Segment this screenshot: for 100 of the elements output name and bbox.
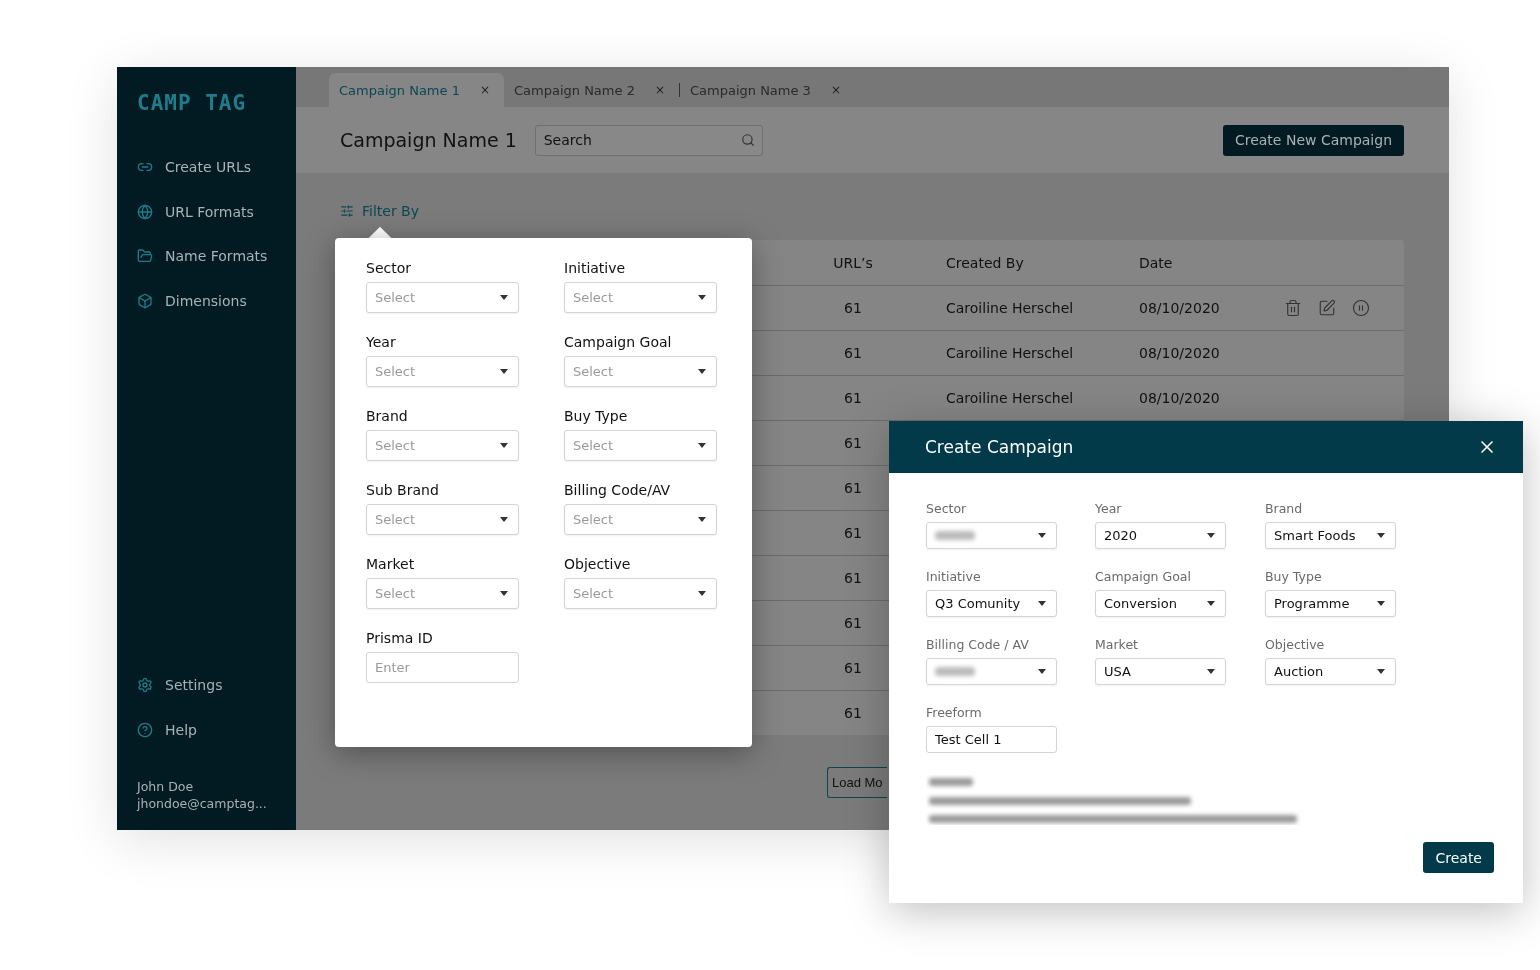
close-icon[interactable]: ×	[830, 83, 841, 97]
dropdown[interactable]: Select	[564, 430, 717, 461]
table-cell: 08/10/2020	[1139, 300, 1220, 316]
dropdown[interactable]: Select	[366, 578, 519, 609]
nav-icon	[137, 248, 153, 265]
dropdown[interactable]: Q3 Comunity	[926, 590, 1057, 617]
field-label: Prisma ID	[366, 630, 433, 646]
dropdown[interactable]: 2020	[1095, 522, 1226, 549]
dropdown[interactable]: Select	[564, 578, 717, 609]
field-label: Objective	[1265, 637, 1325, 652]
dropdown[interactable]: USA	[1095, 658, 1226, 685]
dropdown[interactable]: Select	[564, 356, 717, 387]
text-field[interactable]: Enter	[366, 652, 519, 683]
text-field[interactable]: Test Cell 1	[926, 726, 1057, 753]
dropdown-arrow-icon	[698, 517, 706, 522]
dropdown-arrow-icon	[698, 443, 706, 448]
field-label: Market	[1095, 637, 1138, 652]
search-icon	[740, 132, 755, 147]
field-label: Objective	[564, 556, 631, 572]
column-header: Created By	[946, 254, 1024, 271]
help-icon	[137, 721, 153, 738]
nav-item[interactable]: Name Formats	[137, 234, 268, 279]
dropdown-arrow-icon	[1038, 669, 1046, 674]
tab[interactable]: Campaign Name 1 ×	[329, 73, 504, 107]
dropdown-arrow-icon	[698, 369, 706, 374]
table-cell: 08/10/2020	[1139, 390, 1220, 406]
column-header: Date	[1139, 254, 1173, 271]
table-cell: 08/10/2020	[1139, 345, 1220, 361]
dropdown-arrow-icon	[500, 369, 508, 374]
nav-item[interactable]: Dimensions	[137, 278, 247, 323]
field-label: Sector	[366, 260, 411, 276]
field-label: Year	[1095, 501, 1122, 516]
tab[interactable]: Campaign Name 2 ×	[504, 73, 679, 107]
table-cell: 61	[844, 390, 862, 406]
dropdown-arrow-icon	[698, 591, 706, 596]
logo: CAMP TAG	[137, 90, 247, 116]
dropdown-arrow-icon	[1038, 533, 1046, 538]
field-label: Market	[366, 556, 415, 572]
dropdown-arrow-icon	[1377, 601, 1385, 606]
table-cell: 61	[844, 300, 862, 316]
edit-icon[interactable]	[1318, 299, 1336, 317]
table-cell: 61	[844, 435, 862, 451]
nav-item[interactable]: URL Formats	[137, 189, 254, 234]
field-label: Buy Type	[564, 408, 628, 424]
nav-item[interactable]: Help	[137, 707, 197, 752]
settings-icon	[137, 677, 153, 694]
dropdown-arrow-icon	[500, 591, 508, 596]
nav-icon	[137, 292, 153, 309]
dropdown-arrow-icon	[1207, 533, 1215, 538]
nav-item[interactable]: Create URLs	[137, 145, 252, 190]
create-button[interactable]: Create	[1423, 842, 1494, 873]
field-label: Brand	[1265, 501, 1303, 516]
table-cell: Caroiline Herschel	[946, 300, 1074, 316]
filter-button[interactable]: Filter By	[340, 201, 419, 221]
field-label: Sector	[926, 501, 967, 516]
search-field[interactable]: Search	[534, 124, 763, 156]
field-label: Sub Brand	[366, 482, 439, 498]
table-cell: 61	[844, 345, 862, 361]
dropdown[interactable]: Conversion	[1095, 590, 1226, 617]
close-icon[interactable]: ×	[654, 83, 665, 97]
pause-icon[interactable]	[1352, 299, 1370, 317]
table-cell: 61	[844, 615, 862, 631]
tab[interactable]: Campaign Name 3 ×	[679, 73, 855, 107]
table-cell: 61	[844, 660, 862, 676]
dropdown[interactable]: Select	[366, 504, 519, 535]
field-label: Buy Type	[1265, 569, 1322, 584]
create-campaign-button[interactable]: Create New Campaign	[1222, 124, 1404, 156]
dropdown-arrow-icon	[500, 443, 508, 448]
page-title: Campaign Name 1	[340, 129, 517, 151]
dropdown[interactable]: Select	[366, 430, 519, 461]
field-label: Freeform	[926, 705, 982, 720]
dropdown-arrow-icon	[1207, 669, 1215, 674]
dropdown-arrow-icon	[1377, 669, 1385, 674]
table-cell: 61	[844, 525, 862, 541]
field-label: Billing Code/AV	[564, 482, 671, 498]
nav-item[interactable]: Settings	[137, 663, 223, 708]
close-icon[interactable]: ×	[479, 83, 490, 97]
table-cell: 61	[844, 705, 862, 721]
field-label: Brand	[366, 408, 408, 424]
table-cell: Caroiline Herschel	[946, 345, 1074, 361]
dropdown[interactable]: Select	[366, 356, 519, 387]
dropdown-arrow-icon	[698, 295, 706, 300]
dropdown[interactable]: Select	[564, 504, 717, 535]
dropdown-arrow-icon	[500, 517, 508, 522]
field-label: Initiative	[564, 260, 626, 276]
nav-icon	[137, 203, 153, 220]
column-header: URL’s	[833, 254, 873, 271]
dropdown[interactable]: Programme	[1265, 590, 1396, 617]
dropdown[interactable]: Smart Foods	[1265, 522, 1396, 549]
dropdown[interactable]: Select	[564, 282, 717, 313]
dropdown-arrow-icon	[1038, 601, 1046, 606]
table-cell: 61	[844, 570, 862, 586]
load-more-button[interactable]: Load Mo	[827, 767, 887, 798]
filter-icon	[340, 204, 354, 218]
dropdown[interactable]: Auction	[1265, 658, 1396, 685]
user-info: John Doe jhondoe@camptag...	[137, 778, 267, 812]
delete-icon[interactable]	[1284, 299, 1302, 317]
table-cell: Caroiline Herschel	[946, 390, 1074, 406]
dropdown[interactable]: Select	[366, 282, 519, 313]
dropdown-arrow-icon	[1377, 533, 1385, 538]
